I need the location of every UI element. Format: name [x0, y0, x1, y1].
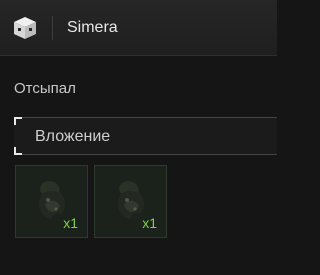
item-quantity: x1	[63, 215, 78, 231]
cube-icon	[14, 17, 36, 39]
item-quantity: x1	[142, 215, 157, 231]
attachment-label: Вложение	[35, 128, 111, 145]
attachment-header[interactable]: Вложение	[14, 117, 277, 155]
app-title: Simera	[67, 19, 118, 36]
attachment-corner-bottom-left	[14, 147, 22, 155]
app-root: Simera Отсыпал Вложение x1 x1	[0, 0, 277, 275]
sender-section-label: Отсыпал	[14, 80, 76, 97]
attachment-item-1[interactable]: x1	[15, 165, 88, 238]
top-bar: Simera	[0, 0, 277, 56]
attachment-item-2[interactable]: x1	[94, 165, 167, 238]
header-divider	[52, 16, 53, 40]
attachment-corner-top-left	[14, 117, 22, 125]
